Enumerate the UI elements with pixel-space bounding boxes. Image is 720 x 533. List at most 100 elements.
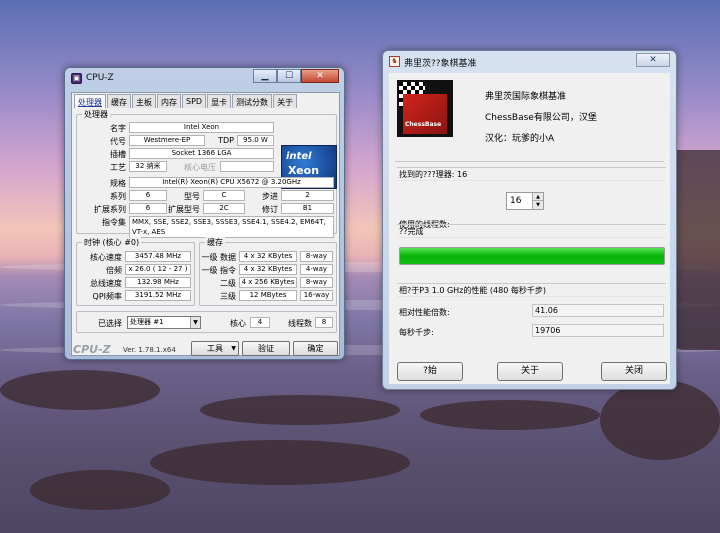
l1-data-value: 4 x 32 KBytes xyxy=(239,251,297,262)
performance-header: 相?于P3 1.0 GHz的性能 (480 每秒千步) xyxy=(397,283,666,297)
cores-value: 4 xyxy=(250,317,270,328)
tab-bench[interactable]: 测试分数 xyxy=(232,94,273,108)
status-text: ??完成 xyxy=(397,224,666,238)
core-voltage-label: 核心电压 xyxy=(184,163,216,172)
chessbase-logo: ChessBase xyxy=(397,80,453,137)
found-processors: 找到的???理器: 16 xyxy=(397,167,666,181)
bus-speed-label: 总线速度 xyxy=(90,279,122,288)
selection-label: 已选择 xyxy=(98,319,122,328)
chevron-down-icon: ▼ xyxy=(231,345,236,352)
instructions-label: 指令集 xyxy=(102,218,126,227)
about-button[interactable]: 关于 xyxy=(497,362,563,381)
chess-content: ChessBase 弗里茨国际象棋基准 ChessBase有限公司，汉堡 汉化：… xyxy=(389,73,670,384)
minimize-button[interactable]: ▁ xyxy=(253,69,277,83)
tab-memory[interactable]: 内存 xyxy=(157,94,181,108)
stepper-up-icon[interactable]: ▲ xyxy=(532,193,543,201)
chevron-down-icon: ▼ xyxy=(190,317,200,328)
close-button[interactable]: ✕ xyxy=(301,69,339,83)
divider xyxy=(395,161,664,162)
socket-label: 插槽 xyxy=(110,150,126,159)
socket-value: Socket 1366 LGA xyxy=(129,148,274,159)
stepping-value: 2 xyxy=(281,190,334,201)
specification-value: Intel(R) Xeon(R) CPU X5672 @ 3.20GHz xyxy=(129,177,334,188)
benchmark-progress-bar xyxy=(399,247,665,265)
l1-data-ways: 8-way xyxy=(300,251,333,262)
cpuz-titlebar[interactable]: ▣ CPU-Z ▁ ☐ ✕ xyxy=(65,68,344,88)
model-label: 型号 xyxy=(184,192,200,201)
threads-value: 8 xyxy=(315,317,333,328)
tdp-label: TDP xyxy=(218,136,234,145)
model-value: C xyxy=(203,190,245,201)
ext-family-label: 扩展系列 xyxy=(94,205,126,214)
stepping-label: 步进 xyxy=(262,192,278,201)
family-label: 系列 xyxy=(110,192,126,201)
revision-value: B1 xyxy=(281,203,334,214)
chess-app-icon: ♞ xyxy=(389,56,400,67)
threads-label: 线程数 xyxy=(288,319,312,328)
kilonodes-label: 每秒千步: xyxy=(399,328,434,337)
localization-credit: 汉化：玩爹的小A xyxy=(485,134,555,144)
revision-label: 修订 xyxy=(262,205,278,214)
relative-performance-value: 41.06 xyxy=(532,304,664,317)
specification-label: 规格 xyxy=(110,179,126,188)
technology-value: 32 纳米 xyxy=(129,161,167,172)
tab-mainboard[interactable]: 主板 xyxy=(132,94,156,108)
threads-stepper[interactable]: 16 ▲ ▼ xyxy=(506,192,544,210)
cpuz-version: Ver. 1.78.1.x64 xyxy=(123,346,176,354)
tdp-value: 95.0 W xyxy=(237,135,274,146)
relative-performance-label: 相对性能倍数: xyxy=(399,308,450,317)
l2-value: 4 x 256 KBytes xyxy=(239,277,297,288)
validate-button[interactable]: 验证 xyxy=(242,341,290,356)
bus-speed-value: 132.98 MHz xyxy=(125,277,191,288)
chess-titlebar[interactable]: ♞ 弗里茨??象棋基准 ✕ xyxy=(383,51,676,71)
technology-label: 工艺 xyxy=(110,163,126,172)
multiplier-value: x 26.0 ( 12 - 27 ) xyxy=(125,264,191,275)
l3-ways: 16-way xyxy=(300,290,333,301)
app-name: 弗里茨国际象棋基准 xyxy=(485,92,567,102)
start-button[interactable]: ?始 xyxy=(397,362,463,381)
qpi-label: QPI频率 xyxy=(92,292,122,301)
progress-fill xyxy=(400,248,664,264)
tab-cache[interactable]: 缓存 xyxy=(107,94,131,108)
name-label: 名字 xyxy=(110,124,126,133)
l2-label: 二级 xyxy=(220,279,236,288)
family-value: 6 xyxy=(129,190,167,201)
close-dialog-button[interactable]: 关闭 xyxy=(601,362,667,381)
cpuz-window: ▣ CPU-Z ▁ ☐ ✕ 处理器 缓存 主板 内存 SPD 显卡 测试分数 关… xyxy=(64,67,345,360)
l2-ways: 8-way xyxy=(300,277,333,288)
ext-model-value: 2C xyxy=(203,203,245,214)
tab-spd[interactable]: SPD xyxy=(182,94,207,108)
core-speed-value: 3457.48 MHz xyxy=(125,251,191,262)
l3-value: 12 MBytes xyxy=(239,290,297,301)
tools-button[interactable]: 工具 ▼ xyxy=(191,341,239,356)
tab-graphics[interactable]: 显卡 xyxy=(207,94,232,108)
cpuz-brand: CPU-Z xyxy=(73,343,111,356)
processor-group-title: 处理器 xyxy=(82,109,110,120)
chessbase-window: ♞ 弗里茨??象棋基准 ✕ ChessBase 弗里茨国际象棋基准 ChessB… xyxy=(382,50,677,390)
cpuz-tabs: 处理器 缓存 主板 内存 SPD 显卡 测试分数 关于 xyxy=(74,94,337,108)
codename-value: Westmere-EP xyxy=(129,135,205,146)
cpuz-app-icon: ▣ xyxy=(71,73,82,84)
kilonodes-value: 19706 xyxy=(532,324,664,337)
tab-processor[interactable]: 处理器 xyxy=(74,94,106,108)
core-voltage-value xyxy=(220,161,274,172)
cores-label: 核心 xyxy=(230,319,246,328)
l1-instr-value: 4 x 32 KBytes xyxy=(239,264,297,275)
codename-label: 代号 xyxy=(110,137,126,146)
stepper-down-icon[interactable]: ▼ xyxy=(532,201,543,209)
l1-instr-label: 一级 指令 xyxy=(201,266,236,275)
processor-select[interactable]: 处理器 #1 ▼ xyxy=(127,316,201,329)
tab-about[interactable]: 关于 xyxy=(273,94,298,108)
l3-label: 三级 xyxy=(220,292,236,301)
ok-button[interactable]: 确定 xyxy=(293,341,338,356)
cpuz-footer: CPU-Z Ver. 1.78.1.x64 工具 ▼ 验证 确定 xyxy=(71,340,338,358)
qpi-value: 3191.52 MHz xyxy=(125,290,191,301)
l1-instr-ways: 4-way xyxy=(300,264,333,275)
instructions-value: MMX, SSE, SSE2, SSE3, SSSE3, SSE4.1, SSE… xyxy=(129,216,334,238)
l1-data-label: 一级 数据 xyxy=(201,253,236,262)
maximize-button[interactable]: ☐ xyxy=(277,69,301,83)
close-button[interactable]: ✕ xyxy=(636,53,670,67)
ext-model-label: 扩展型号 xyxy=(168,205,200,214)
cache-group-title: 缓存 xyxy=(205,237,225,248)
name-value: Intel Xeon xyxy=(129,122,274,133)
